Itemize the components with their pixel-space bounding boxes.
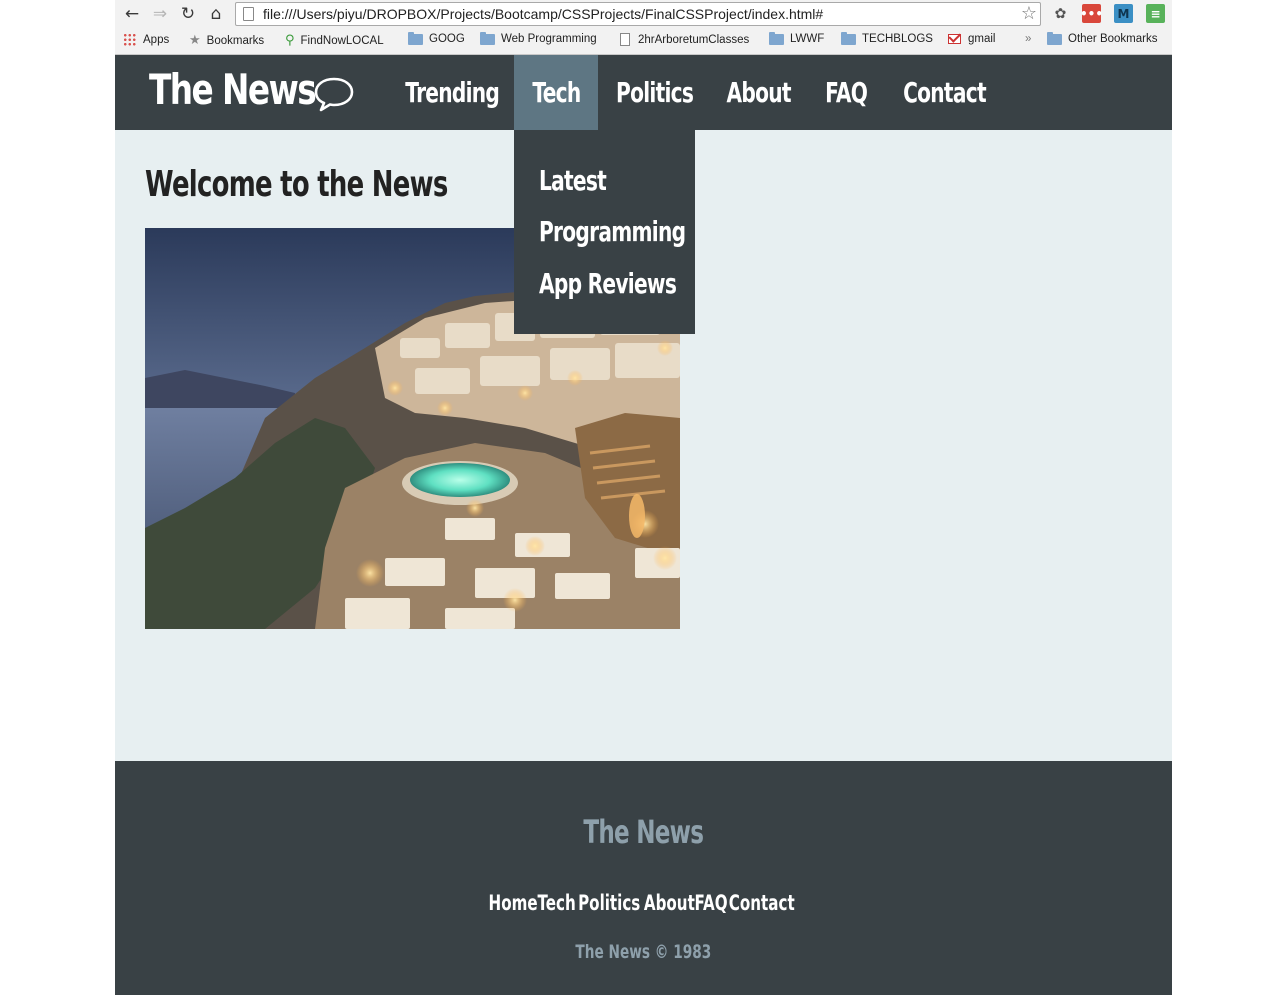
bookmark-techblogs[interactable]: TECHBLOGS bbox=[841, 31, 933, 45]
folder-icon bbox=[1047, 31, 1062, 45]
bookmark-label: Apps bbox=[143, 33, 170, 46]
browser-chrome: ← ⇒ ↻ ⌂ file:///Users/piyu/DROPBOX/Proje… bbox=[115, 0, 1172, 55]
dropdown-item-app-reviews[interactable]: App Reviews bbox=[539, 264, 677, 304]
footer-link-tech[interactable]: Tech bbox=[537, 891, 575, 915]
footer-link-about[interactable]: About bbox=[644, 891, 695, 915]
bookmark-label: Bookmarks bbox=[206, 34, 265, 47]
nav-label: Tech bbox=[531, 76, 581, 109]
reload-icon[interactable]: ↻ bbox=[177, 3, 199, 25]
bookmark-label: TECHBLOGS bbox=[862, 33, 933, 45]
evernote-icon[interactable]: ✿ bbox=[1051, 4, 1070, 23]
dropdown-item-latest[interactable]: Latest bbox=[539, 161, 607, 201]
site-logo-text[interactable]: The News bbox=[149, 61, 317, 119]
bookmark-label: LWWF bbox=[790, 33, 825, 45]
footer-nav: Home Tech Politics About FAQ Contact bbox=[115, 891, 1172, 915]
bookmark-gmail[interactable]: gmail bbox=[948, 33, 995, 45]
site-footer: The News Home Tech Politics About FAQ Co… bbox=[115, 761, 1172, 995]
nav-contact[interactable]: Contact bbox=[887, 55, 1001, 130]
page-icon bbox=[620, 33, 630, 46]
bookmark-other[interactable]: Other Bookmarks bbox=[1047, 31, 1158, 45]
lastpass-icon[interactable]: ••• bbox=[1080, 4, 1103, 23]
nav-label: Trending bbox=[405, 76, 501, 109]
bookmark-label: 2hrArboretumClasses bbox=[638, 33, 750, 46]
bookmark-goog[interactable]: GOOG bbox=[408, 31, 465, 45]
nav-trending[interactable]: Trending bbox=[399, 55, 506, 130]
url-text[interactable]: file:///Users/piyu/DROPBOX/Projects/Boot… bbox=[263, 6, 823, 22]
footer-copyright: The News © 1983 bbox=[115, 941, 1172, 963]
forward-arrow-icon[interactable]: ⇒ bbox=[149, 3, 171, 25]
folder-icon bbox=[769, 31, 784, 45]
footer-link-home[interactable]: Home bbox=[489, 891, 538, 915]
bookmark-lwwf[interactable]: LWWF bbox=[769, 31, 825, 45]
folder-icon bbox=[480, 31, 495, 45]
bookmark-label: GOOG bbox=[429, 33, 465, 45]
bookmark-label: gmail bbox=[968, 33, 996, 45]
dropdown-item-programming[interactable]: Programming bbox=[539, 212, 686, 252]
page-icon bbox=[243, 7, 254, 21]
nav-faq[interactable]: FAQ bbox=[815, 55, 878, 130]
address-bar[interactable]: file:///Users/piyu/DROPBOX/Projects/Boot… bbox=[235, 2, 1041, 26]
footer-brand: The News bbox=[115, 813, 1172, 851]
nav-tech[interactable]: Tech bbox=[514, 55, 598, 130]
tech-dropdown-menu: Latest Programming App Reviews bbox=[514, 130, 695, 334]
bookmark-apps[interactable]: Apps bbox=[123, 33, 169, 46]
bookmark-label: Other Bookmarks bbox=[1068, 33, 1158, 45]
back-arrow-icon[interactable]: ← bbox=[121, 3, 143, 25]
nav-label: Politics bbox=[615, 76, 694, 109]
nav-label: FAQ bbox=[825, 76, 868, 109]
star-icon: ★ bbox=[189, 33, 201, 48]
footer-link-faq[interactable]: FAQ bbox=[694, 891, 727, 915]
bookmark-web-programming[interactable]: Web Programming bbox=[480, 31, 597, 45]
browser-toolbar: ← ⇒ ↻ ⌂ file:///Users/piyu/DROPBOX/Proje… bbox=[115, 0, 1172, 28]
bookmarks-bar: Apps ★ Bookmarks ⚲ FindNowLOCAL GOOG Web P… bbox=[115, 30, 1172, 52]
home-icon[interactable]: ⌂ bbox=[205, 3, 227, 25]
footer-link-politics[interactable]: Politics bbox=[578, 891, 640, 915]
bookmark-bookmarks[interactable]: ★ Bookmarks bbox=[189, 33, 264, 48]
footer-brand-text: The News bbox=[583, 813, 705, 851]
search-icon: ⚲ bbox=[285, 33, 295, 48]
folder-icon bbox=[841, 31, 856, 45]
feed-icon[interactable]: ≡ bbox=[1146, 4, 1165, 23]
copyright-text: The News © 1983 bbox=[575, 941, 712, 963]
nav-label: About bbox=[726, 76, 792, 109]
bookmark-label: FindNowLOCAL bbox=[300, 34, 384, 47]
bookmark-star-icon[interactable]: ☆ bbox=[1021, 3, 1037, 24]
nav-label: Contact bbox=[902, 76, 987, 109]
page-heading: Welcome to the News bbox=[145, 164, 448, 205]
bookmark-findnowlocal[interactable]: ⚲ FindNowLOCAL bbox=[285, 33, 384, 48]
apps-icon bbox=[123, 33, 136, 46]
nav-politics[interactable]: Politics bbox=[606, 55, 703, 130]
speech-bubble-icon bbox=[314, 77, 354, 112]
bookmarks-overflow-chevron[interactable]: » bbox=[1025, 33, 1031, 45]
bookmark-arboretum[interactable]: 2hrArboretumClasses bbox=[620, 33, 749, 46]
web-page: The News Trending Tech Politics About FA… bbox=[115, 55, 1172, 995]
gmail-icon bbox=[948, 34, 961, 44]
footer-link-contact[interactable]: Contact bbox=[729, 891, 795, 915]
folder-icon bbox=[408, 31, 423, 45]
m-extension-icon[interactable]: M bbox=[1114, 4, 1133, 23]
site-header: The News Trending Tech Politics About FA… bbox=[115, 55, 1172, 130]
bookmark-label: Web Programming bbox=[501, 33, 597, 45]
nav-about[interactable]: About bbox=[715, 55, 803, 130]
